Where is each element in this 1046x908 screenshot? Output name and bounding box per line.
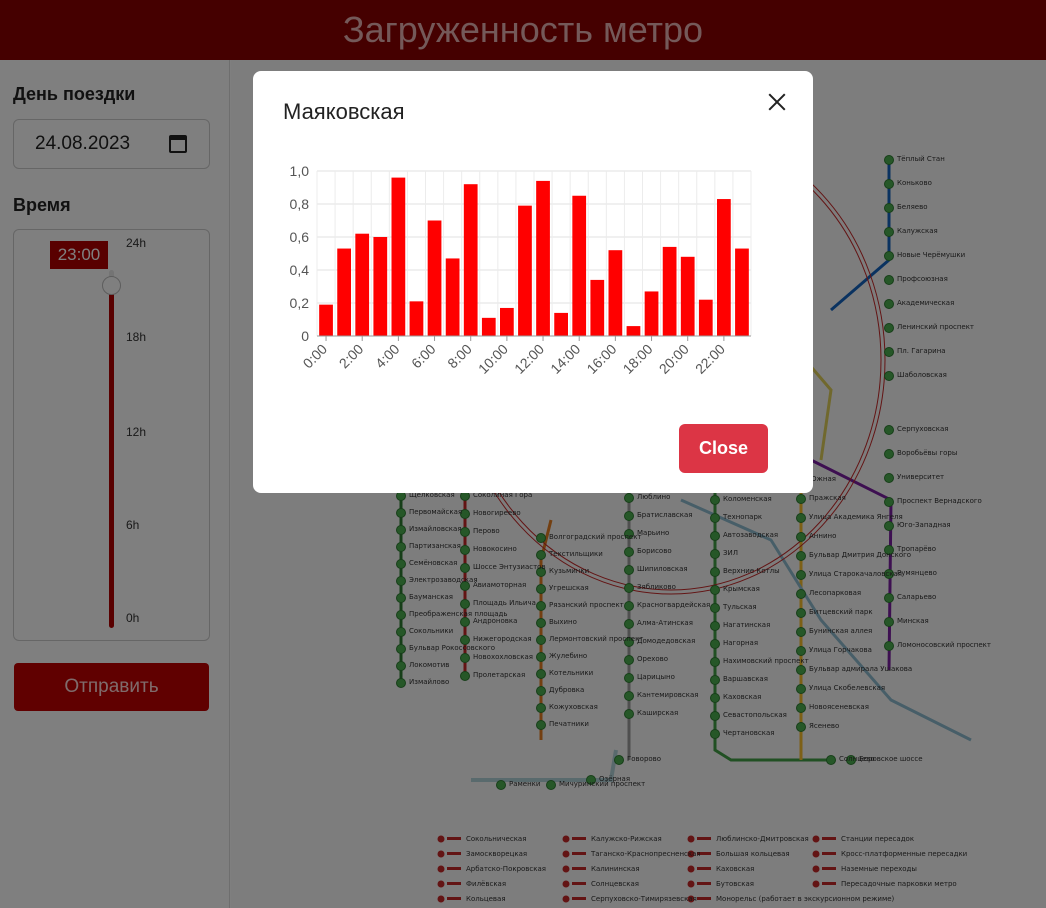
chart-bar — [445, 258, 460, 336]
chart-bar — [518, 205, 532, 336]
x-tick-label: 16:00 — [583, 341, 619, 377]
station-modal: Маяковская 0 0,2 0,4 0,6 0,8 1,0 0:00 2:00 4:00 6… — [253, 71, 813, 493]
chart-bar — [500, 307, 514, 336]
chart-bar — [662, 246, 677, 336]
chart-bar — [554, 312, 568, 336]
x-tick-label: 6:00 — [408, 341, 439, 372]
chart-bar — [644, 291, 659, 336]
modal-title: Маяковская — [283, 99, 405, 124]
chart-bar — [319, 304, 333, 336]
x-tick-label: 20:00 — [656, 341, 692, 377]
y-tick-label: 0,8 — [290, 196, 310, 212]
x-tick-label: 14:00 — [547, 341, 583, 377]
load-bar-chart: 0 0,2 0,4 0,6 0,8 1,0 0:00 2:00 4:00 6:00 8:00 10:0… — [290, 163, 752, 377]
chart-bar — [409, 301, 424, 336]
chart-bar — [717, 199, 731, 336]
chart-bar — [735, 248, 749, 336]
chart-bar — [590, 279, 605, 336]
y-tick-label: 0,4 — [290, 262, 310, 278]
close-icon[interactable] — [764, 89, 790, 115]
chart-bar — [680, 256, 695, 336]
chart-bar — [391, 177, 406, 336]
chart-bar — [481, 317, 496, 336]
chart-bar — [626, 326, 641, 336]
chart-bar — [698, 299, 713, 336]
x-tick-label: 18:00 — [620, 341, 656, 377]
chart-bar — [536, 180, 550, 336]
x-tick-label: 4:00 — [372, 341, 403, 372]
x-tick-label: 10:00 — [475, 341, 511, 377]
chart-bar — [427, 220, 442, 336]
y-tick-label: 0,6 — [290, 229, 310, 245]
chart-bar — [373, 237, 388, 336]
chart-bar — [337, 248, 351, 336]
x-tick-label: 12:00 — [511, 341, 547, 377]
x-tick-label: 22:00 — [692, 341, 728, 377]
close-button[interactable]: Close — [679, 424, 768, 473]
chart-bar — [608, 250, 623, 336]
chart-bar — [572, 195, 587, 336]
x-tick-label: 8:00 — [444, 341, 475, 372]
y-tick-label: 0 — [301, 328, 309, 344]
chart-bar — [355, 233, 370, 336]
x-tick-label: 2:00 — [336, 341, 367, 372]
y-tick-label: 1,0 — [290, 163, 310, 179]
x-tick-label: 0:00 — [300, 341, 331, 372]
y-tick-label: 0,2 — [290, 295, 310, 311]
chart-bar — [463, 184, 478, 336]
